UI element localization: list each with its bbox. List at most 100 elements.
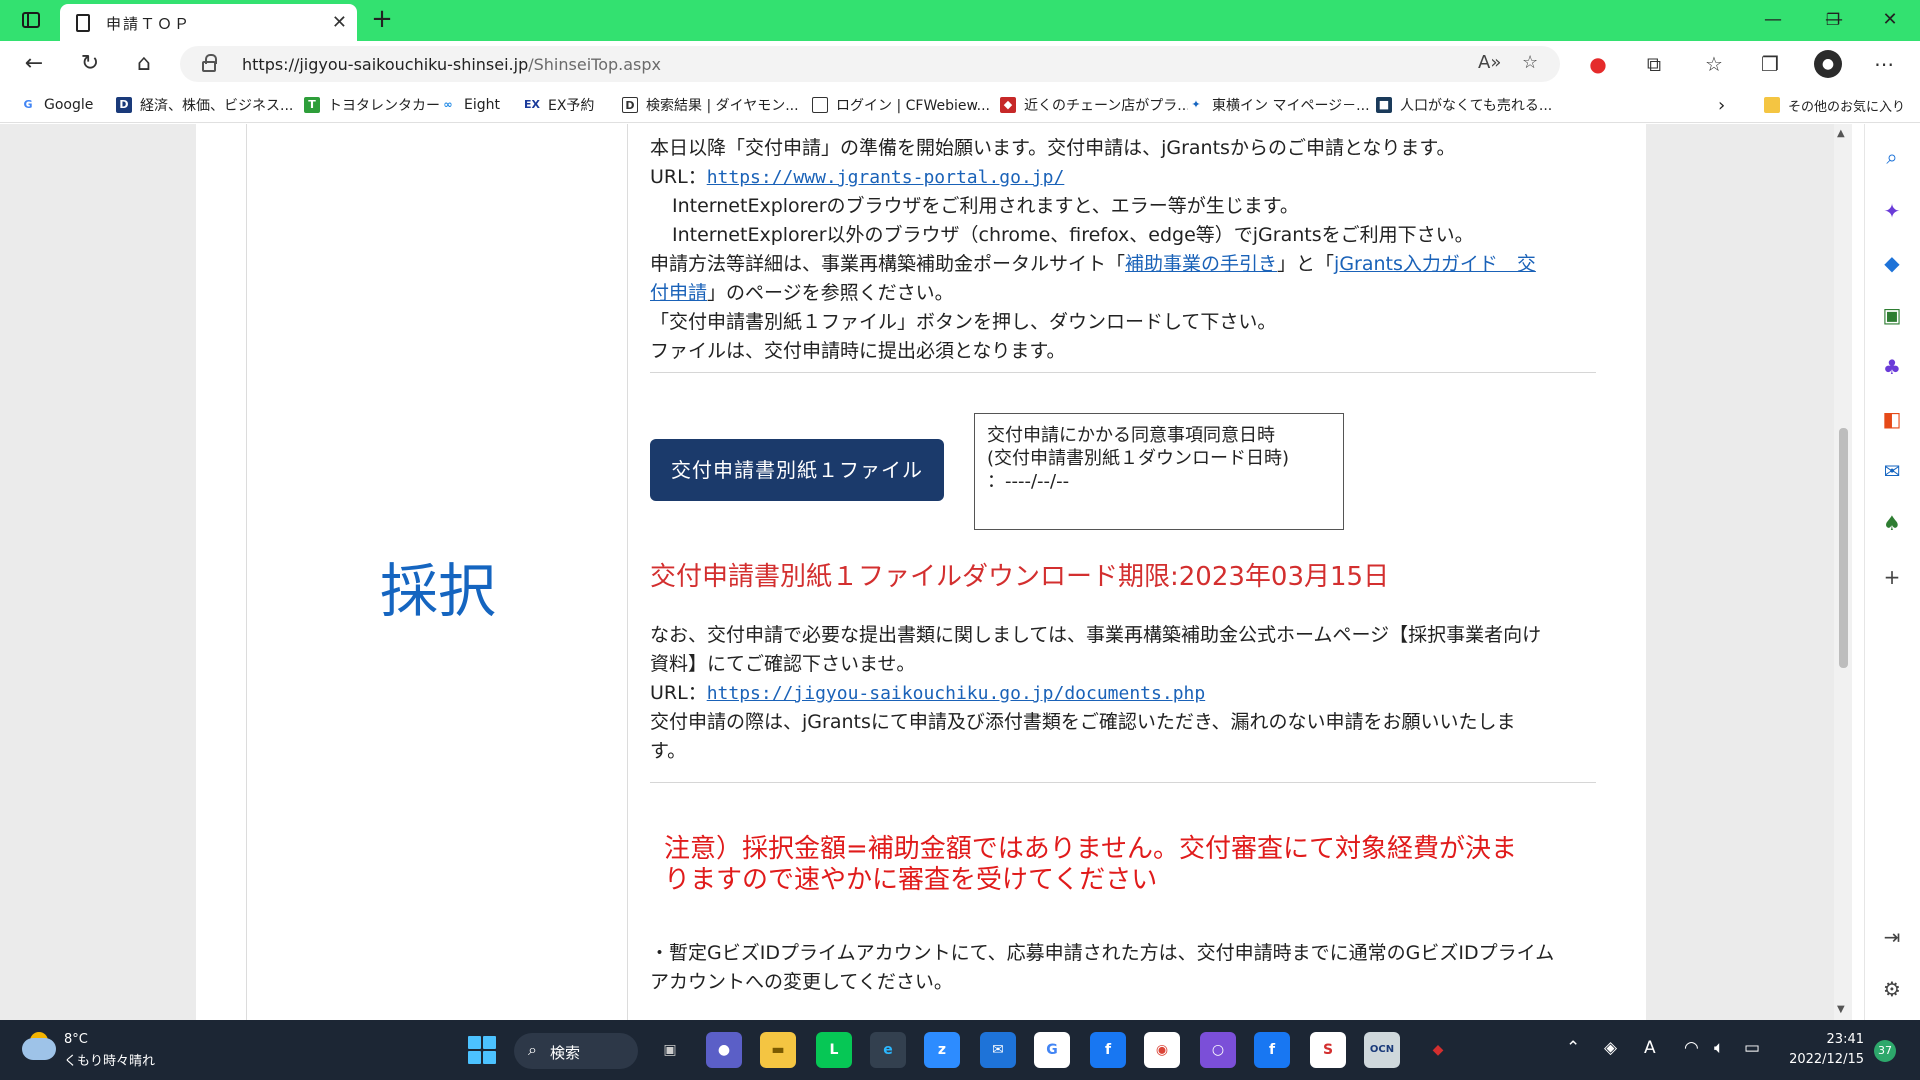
wifi-icon[interactable]: ◠ (1684, 1038, 1699, 1058)
facebook-2-icon[interactable]: f (1254, 1032, 1290, 1068)
chevron-right-icon[interactable]: › (1718, 95, 1725, 116)
task-view-icon[interactable]: ▣ (652, 1032, 688, 1068)
edge-browser-icon[interactable]: e (870, 1032, 906, 1068)
notification-badge[interactable]: 37 (1874, 1040, 1896, 1062)
refresh-icon[interactable]: ↻ (74, 49, 106, 79)
close-tab-icon[interactable]: ✕ (332, 12, 347, 33)
profile-avatar[interactable]: ● (1814, 50, 1842, 78)
consent-date-box: 交付申請にかかる同意事項同意日時 (交付申請書別紙１ダウンロード日時) ：---… (974, 413, 1344, 530)
office-icon[interactable]: ◧ (1877, 404, 1907, 434)
zoom-icon[interactable]: z (924, 1032, 960, 1068)
restore-button[interactable]: ❐ (1813, 6, 1853, 34)
favorite-book[interactable]: ■ 人口がなくても売れる... (1376, 95, 1552, 115)
page-scrollbar[interactable]: ▲ ▼ (1834, 124, 1852, 1020)
warning-line-2: りますので速やかに審査を受けてください (664, 865, 1158, 895)
extensions-icon[interactable]: ⧉ (1640, 50, 1668, 78)
s-app-icon[interactable]: S (1310, 1032, 1346, 1068)
scrollbar-thumb[interactable] (1839, 428, 1848, 668)
battery-icon[interactable]: ▭ (1744, 1038, 1760, 1058)
docs-line-5: す。 (650, 740, 687, 762)
favorite-ex[interactable]: EX EX予約 (524, 95, 594, 115)
dropbox-icon[interactable]: ◈ (1604, 1038, 1617, 1058)
download-attachment-button[interactable]: 交付申請書別紙１ファイル (650, 439, 944, 501)
page-icon (76, 14, 90, 32)
google-app-icon[interactable]: G (1034, 1032, 1070, 1068)
shield-app-icon[interactable]: ◆ (1420, 1032, 1456, 1068)
favorite-diamond[interactable]: D 経済、株価、ビジネス... (116, 95, 293, 115)
ime-icon[interactable]: A (1644, 1038, 1656, 1058)
scroll-up-icon[interactable]: ▲ (1837, 128, 1845, 139)
guide-link[interactable]: 補助事業の手引き (1125, 253, 1277, 275)
mail-icon[interactable]: ✉ (980, 1032, 1016, 1068)
gbiz-note-line-2: アカウントへの変更してください。 (650, 971, 953, 993)
volume-icon[interactable]: 🔈︎ (1714, 1038, 1724, 1058)
back-arrow-icon[interactable]: ← (18, 49, 50, 79)
jgrants-guide-link[interactable]: jGrants入力ガイド 交 (1334, 253, 1536, 275)
app-purple-icon[interactable]: ○ (1200, 1032, 1236, 1068)
ex-icon: EX (524, 97, 540, 113)
tab-title: 申請ＴＯＰ (106, 15, 192, 33)
add-icon[interactable]: + (1877, 562, 1907, 592)
weather-widget[interactable]: 8°C くもり時々晴れ (22, 1032, 162, 1072)
lock-icon (202, 54, 217, 72)
sidebar-collapse-icon[interactable]: ⇥ (1877, 922, 1907, 952)
windows-taskbar: 8°C くもり時々晴れ ⌕ 検索 ▣ ● ▬ L e z ✉ G f ◉ ○ f… (0, 1020, 1920, 1080)
start-button[interactable] (468, 1036, 496, 1064)
tree-icon[interactable]: ♠ (1877, 508, 1907, 538)
system-clock[interactable]: 23:41 2022/12/15 (1780, 1030, 1864, 1070)
new-tab-icon[interactable]: + (370, 4, 394, 34)
url-text: https://jigyou-saikouchiku-shinsei.jp/Sh… (242, 55, 661, 74)
more-menu-icon[interactable]: ⋯ (1870, 50, 1898, 78)
book-icon: ■ (1376, 97, 1392, 113)
facebook-icon[interactable]: f (1090, 1032, 1126, 1068)
home-icon[interactable]: ⌂ (128, 49, 160, 79)
intro-line-5: 申請方法等詳細は、事業再構築補助金ポータルサイト「補助事業の手引き」と「jGra… (650, 253, 1536, 275)
address-bar[interactable]: https://jigyou-saikouchiku-shinsei.jp/Sh… (180, 46, 1560, 82)
tab-active[interactable]: 申請ＴＯＰ ✕ (60, 4, 357, 41)
add-favorite-icon[interactable]: ☆ (1522, 52, 1538, 73)
warning-notice: 注意）採択金額=補助金額ではありません。交付審査にて対象経費が決ま りますので速… (664, 834, 1584, 896)
tab-actions-icon[interactable] (18, 8, 44, 32)
status-column: 採択 (246, 124, 628, 1020)
line-app-icon[interactable]: L (816, 1032, 852, 1068)
search-icon[interactable]: ⌕ (1877, 142, 1907, 172)
settings-gear-icon[interactable]: ⚙ (1877, 974, 1907, 1004)
favorite-google[interactable]: G Google (20, 95, 93, 115)
toyota-icon: T (304, 97, 320, 113)
games-icon[interactable]: ♣ (1877, 352, 1907, 382)
cloud-icon (22, 1038, 56, 1060)
ocn-icon[interactable]: OCN (1364, 1032, 1400, 1068)
file-explorer-icon[interactable]: ▬ (760, 1032, 796, 1068)
toyoko-icon: ✦ (1188, 97, 1204, 113)
teams-chat-icon[interactable]: ● (706, 1032, 742, 1068)
extension-red-icon[interactable]: ● (1584, 50, 1612, 78)
chrome-icon[interactable]: ◉ (1144, 1032, 1180, 1068)
docs-line-2: 資料】にてご確認下さいませ。 (650, 653, 916, 675)
collections-icon[interactable]: ❐ (1756, 50, 1784, 78)
favorite-diamond-search[interactable]: D 検索結果 | ダイヤモン... (622, 95, 799, 115)
read-aloud-icon[interactable]: A» (1478, 52, 1501, 73)
outlook-icon[interactable]: ✉ (1877, 456, 1907, 486)
other-favorites[interactable]: その他のお気に入り (1764, 95, 1905, 115)
close-window-button[interactable]: ✕ (1870, 6, 1910, 34)
favorites-icon[interactable]: ☆ (1700, 50, 1728, 78)
copilot-icon[interactable]: ✦ (1877, 196, 1907, 226)
scroll-down-icon[interactable]: ▼ (1837, 1004, 1845, 1015)
chevron-up-icon[interactable]: ⌃ (1566, 1038, 1580, 1058)
documents-link[interactable]: https://jigyou-saikouchiku.go.jp/documen… (707, 683, 1206, 704)
favorite-toyoko[interactable]: ✦ 東横イン マイページ－... (1188, 95, 1370, 115)
favorite-toyota[interactable]: T トヨタレンタカー (304, 95, 440, 115)
favorite-chain-store[interactable]: ◆ 近くのチェーン店がプラ... (1000, 95, 1191, 115)
jgrants-guide-link-cont[interactable]: 付申請 (650, 282, 707, 304)
minimize-button-real[interactable]: — (1753, 6, 1793, 34)
favorite-cfwebview[interactable]: ログイン | CFWebiew... (812, 95, 990, 115)
favorites-bar: G Google D 経済、株価、ビジネス... T トヨタレンタカー ∞ Eight … (0, 87, 1920, 123)
tools-icon[interactable]: ▣ (1877, 300, 1907, 330)
favorite-eight[interactable]: ∞ Eight (440, 95, 500, 115)
consent-date-value: ：----/--/-- (987, 471, 1070, 492)
shopping-icon[interactable]: ◆ (1877, 248, 1907, 278)
download-deadline: 交付申請書別紙１ファイルダウンロード期限:2023年03月15日 (650, 562, 1390, 592)
edge-sidebar: ⌕ ✦ ◆ ▣ ♣ ◧ ✉ ♠ + ⇥ ⚙ (1864, 124, 1920, 1020)
taskbar-search[interactable]: ⌕ 検索 (514, 1033, 638, 1069)
jgrants-link[interactable]: https://www.jgrants-portal.go.jp/ (707, 167, 1065, 188)
